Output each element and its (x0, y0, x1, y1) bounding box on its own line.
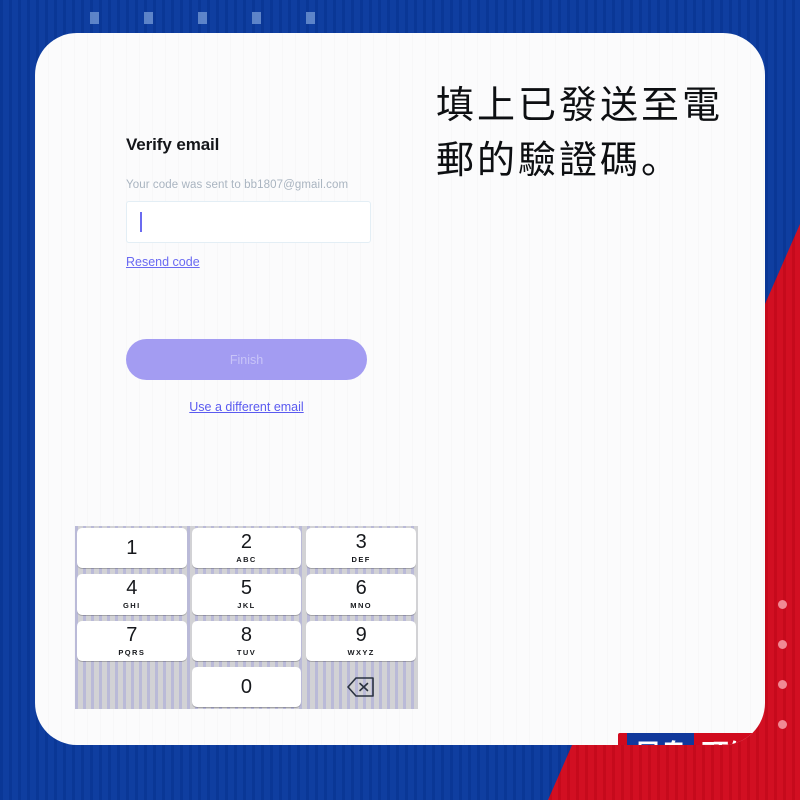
key-digit-label: 5 (240, 577, 253, 600)
right-dot-icon (778, 600, 787, 609)
finish-button[interactable]: Finish (126, 339, 367, 380)
logo-left-text: 星島 (627, 733, 694, 745)
key-letters-label: WXYZ (347, 647, 375, 657)
key-digit-label: 7 (126, 623, 138, 646)
top-dot-icon (144, 12, 153, 24)
right-decoration-dots (778, 600, 787, 729)
top-dot-icon (198, 12, 207, 24)
top-dot-icon (306, 12, 315, 24)
key-digit-label: 4 (126, 577, 138, 600)
right-dot-icon (778, 720, 787, 729)
keypad-key-7[interactable]: 7 PQRS (77, 620, 187, 661)
logo-left-bracket (618, 733, 627, 745)
keypad-key-backspace[interactable] (306, 667, 416, 707)
sing-tao-logo: 星島 頭條 (618, 733, 765, 745)
key-letters-label: PQRS (118, 647, 146, 657)
logo-right-text: 頭條 (694, 733, 761, 745)
screenshot-stage: Verify email Your code was sent to bb180… (0, 0, 800, 800)
logo-right-bracket (761, 733, 765, 745)
key-digit-label: 0 (240, 675, 253, 698)
keypad-key-6[interactable]: 6 MNO (306, 574, 416, 615)
key-letters-label: DEF (351, 555, 371, 565)
key-digit-label: 9 (355, 623, 367, 646)
keypad-key-blank-left (77, 667, 187, 707)
key-letters-label: JKL (237, 601, 256, 611)
right-dot-icon (778, 680, 787, 689)
key-digit-label: 2 (240, 531, 253, 554)
resend-code-link[interactable]: Resend code (126, 255, 200, 269)
top-decoration-dots (90, 12, 315, 24)
keypad-key-0[interactable]: 0 (191, 666, 302, 707)
keypad-key-1[interactable]: 1 (77, 528, 187, 569)
key-digit-label: 3 (355, 531, 367, 554)
keypad-key-8[interactable]: 8 TUV (191, 620, 302, 661)
keypad-key-2[interactable]: 2 ABC (191, 528, 302, 569)
caption-text: 填上已發送至電郵的驗證碼。 (436, 83, 724, 183)
key-letters-label: TUV (236, 647, 257, 657)
top-dot-icon (90, 12, 99, 24)
keypad-key-9[interactable]: 9 WXYZ (306, 620, 416, 661)
text-caret (140, 212, 142, 232)
code-sent-message: Your code was sent to bb1807@gmail.com (126, 179, 349, 191)
key-digit-label: 1 (126, 537, 138, 560)
key-letters-label: GHI (123, 601, 141, 611)
keypad-key-5[interactable]: 5 JKL (191, 574, 302, 615)
verify-email-form: Verify email Your code was sent to bb180… (126, 135, 371, 414)
key-letters-label: MNO (350, 601, 372, 611)
key-digit-label: 6 (355, 577, 367, 600)
backspace-icon (347, 677, 374, 697)
keypad-key-4[interactable]: 4 GHI (77, 574, 187, 615)
verification-code-input[interactable] (126, 201, 371, 243)
page-title: Verify email (126, 135, 220, 154)
right-dot-icon (778, 640, 787, 649)
top-dot-icon (252, 12, 261, 24)
keypad-key-3[interactable]: 3 DEF (306, 528, 416, 569)
key-digit-label: 8 (240, 623, 253, 646)
numeric-keypad: 1 2 ABC 3 DEF 4 GHI 5 JKL 6 MNO 7 PQRS 8… (75, 526, 418, 709)
use-different-email-link[interactable]: Use a different email (126, 400, 367, 414)
key-letters-label: ABC (236, 555, 257, 565)
